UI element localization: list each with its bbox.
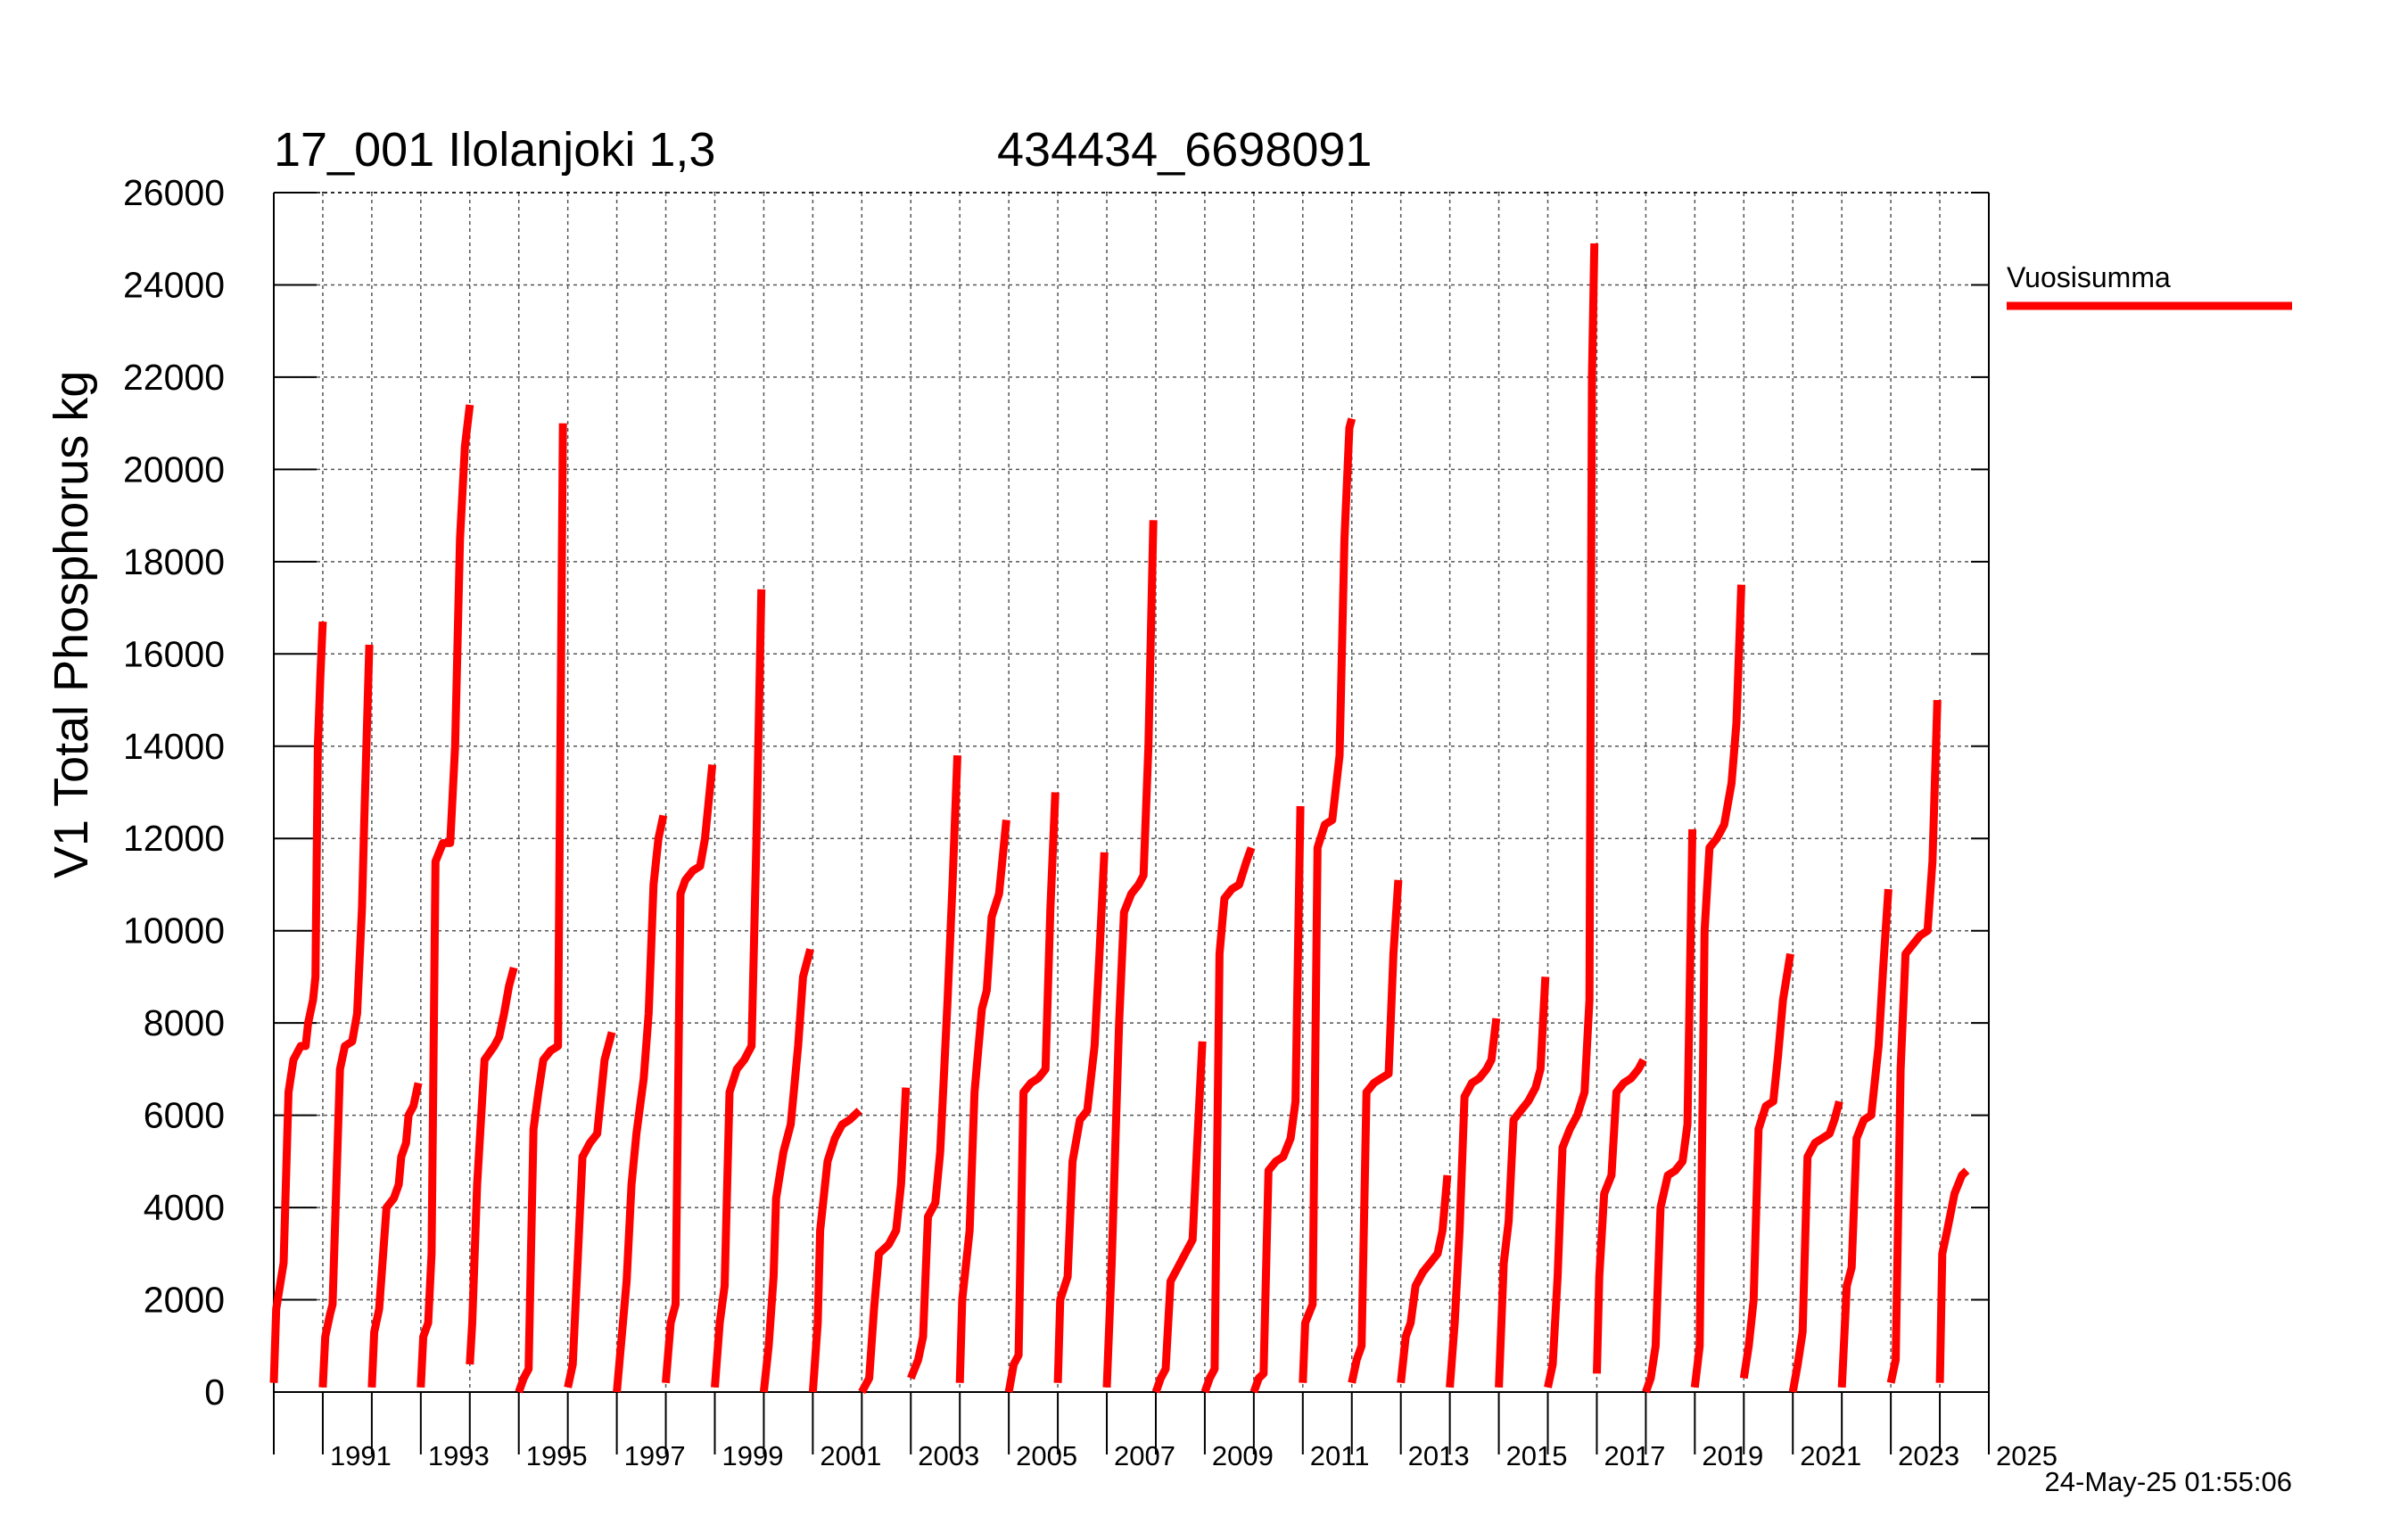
x-tick-label: 2017 <box>1604 1440 1665 1471</box>
x-tick-label: 2011 <box>1310 1440 1370 1471</box>
x-tick-label: 2021 <box>1800 1440 1861 1471</box>
x-tick-label: 2015 <box>1506 1440 1568 1471</box>
series-segment <box>1004 792 1060 1393</box>
series-segment <box>564 1031 616 1388</box>
x-tick-label: 2013 <box>1408 1440 1470 1471</box>
series-segment <box>1151 1041 1207 1394</box>
x-tick-label: 2001 <box>820 1440 881 1471</box>
y-tick-label: 0 <box>204 1372 225 1413</box>
series-segment <box>1053 852 1109 1383</box>
series-segment <box>759 948 814 1393</box>
series-segment <box>907 754 961 1380</box>
series-segment <box>1397 1174 1452 1384</box>
series-segment <box>269 621 327 1383</box>
y-axis-label: V1 Total Phosphorus kg <box>45 371 98 878</box>
series-segment <box>1837 888 1893 1388</box>
x-tick-label: 1997 <box>624 1440 686 1471</box>
series-segment <box>1739 952 1794 1380</box>
series-segment <box>367 1082 423 1388</box>
series-segment <box>1200 846 1256 1394</box>
series-segment <box>416 404 474 1388</box>
y-tick-label: 2000 <box>144 1280 225 1321</box>
x-tick-label: 1993 <box>428 1440 490 1471</box>
series-segment <box>1102 520 1158 1388</box>
y-tick-label: 20000 <box>123 449 225 490</box>
y-tick-label: 8000 <box>144 1002 225 1043</box>
y-tick-label: 26000 <box>123 172 225 213</box>
y-tick-label: 24000 <box>123 264 225 305</box>
series-segment <box>515 423 567 1394</box>
series-segment <box>613 814 668 1393</box>
series-segment <box>466 966 518 1365</box>
series-segment <box>1544 243 1599 1388</box>
x-tick-label: 2007 <box>1114 1440 1175 1471</box>
series-vuosisumma <box>269 243 1970 1395</box>
series-segment <box>1788 1100 1843 1393</box>
legend: Vuosisumma <box>2007 261 2292 310</box>
x-tick-label: 1991 <box>330 1440 392 1471</box>
series-segment <box>662 764 717 1384</box>
x-tick-labels: 1991 1993 1995 1997 1999 2001 2003 2005 2007 2009… <box>330 1440 2058 1471</box>
series-segment <box>711 589 766 1388</box>
y-tick-label: 16000 <box>123 633 225 674</box>
x-tick-label: 2003 <box>918 1440 979 1471</box>
series-segment <box>1495 976 1550 1388</box>
y-tick-label: 12000 <box>123 818 225 859</box>
x-tick-label: 1999 <box>722 1440 783 1471</box>
series-segment <box>1249 805 1305 1394</box>
series-segment <box>858 1087 911 1395</box>
y-tick-label: 18000 <box>123 541 225 582</box>
legend-label: Vuosisumma <box>2007 261 2171 293</box>
y-tick-label: 14000 <box>123 726 225 767</box>
series-segment <box>1935 1167 1970 1383</box>
series-segment <box>1299 417 1357 1383</box>
y-tick-label: 4000 <box>144 1187 225 1228</box>
series-segment <box>1446 1018 1501 1388</box>
series-segment <box>1642 828 1697 1394</box>
timestamp: 24-May-25 01:55:06 <box>2045 1466 2292 1497</box>
y-tick-label: 6000 <box>144 1095 225 1136</box>
y-tick-label: 22000 <box>123 357 225 398</box>
chart-title-right: 434434_6698091 <box>997 123 1372 177</box>
y-tick-labels: 0 2000 4000 6000 8000 10000 12000 14000 16000 180… <box>123 172 225 1413</box>
series-segment <box>1886 699 1942 1384</box>
series-segment <box>1593 1058 1647 1374</box>
series-segment <box>955 820 1010 1383</box>
series-segment <box>318 644 374 1388</box>
x-tick-label: 2023 <box>1898 1440 1959 1471</box>
chart: 0 2000 4000 6000 8000 10000 12000 14000 16000 180… <box>45 123 2292 1497</box>
x-tick-label: 2005 <box>1016 1440 1077 1471</box>
x-tick-label: 2009 <box>1212 1440 1274 1471</box>
x-tick-label: 1995 <box>526 1440 588 1471</box>
series-segment <box>808 1108 862 1393</box>
x-tick-label: 2019 <box>1702 1440 1763 1471</box>
y-tick-label: 10000 <box>123 910 225 952</box>
series-segment <box>1348 879 1403 1384</box>
chart-title-left: 17_001 Ilolanjoki 1,3 <box>274 123 715 177</box>
series-segment <box>1690 584 1745 1388</box>
